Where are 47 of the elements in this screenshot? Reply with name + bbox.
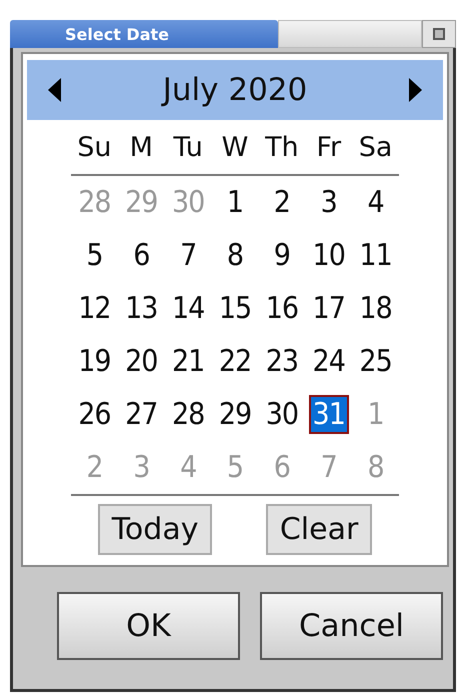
restore-button[interactable]: [422, 20, 456, 48]
day-cell[interactable]: 23: [262, 342, 302, 381]
next-month-icon[interactable]: [407, 78, 423, 102]
weekday-label: Su: [76, 132, 113, 162]
day-cell[interactable]: 9: [270, 236, 294, 275]
cancel-button[interactable]: Cancel: [260, 592, 443, 660]
ok-button[interactable]: OK: [57, 592, 240, 660]
day-cell[interactable]: 14: [168, 289, 208, 328]
day-cell[interactable]: 1: [222, 183, 248, 222]
day-cell[interactable]: 12: [74, 289, 115, 328]
window-title: Select Date: [10, 20, 278, 48]
day-cell[interactable]: 15: [214, 289, 256, 328]
day-cell[interactable]: 18: [355, 289, 396, 328]
weekday-label: M: [128, 132, 154, 162]
day-cell[interactable]: 11: [355, 236, 396, 275]
day-cell[interactable]: 13: [121, 289, 162, 328]
day-cell[interactable]: 26: [74, 395, 115, 434]
day-cell[interactable]: 21: [168, 342, 208, 381]
month-title: July 2020: [162, 72, 308, 108]
day-cell[interactable]: 24: [308, 342, 349, 381]
day-cell[interactable]: 28: [168, 395, 208, 434]
day-cell[interactable]: 8: [222, 236, 248, 275]
day-cell[interactable]: 22: [214, 342, 256, 381]
clear-button[interactable]: Clear: [266, 504, 372, 555]
weekday-label: Th: [264, 132, 300, 162]
day-cell[interactable]: 29: [214, 395, 256, 434]
today-button[interactable]: Today: [98, 504, 212, 555]
day-cell[interactable]: 10: [308, 236, 349, 275]
day-cell[interactable]: 4: [364, 183, 388, 222]
weekday-label: Fr: [315, 132, 342, 162]
day-cell[interactable]: 5: [82, 236, 107, 275]
day-cell[interactable]: 30: [262, 395, 302, 434]
weekday-label: W: [220, 132, 250, 162]
day-cell[interactable]: 3: [316, 183, 341, 222]
day-cell[interactable]: 20: [121, 342, 162, 381]
day-cell[interactable]: 31: [308, 395, 349, 434]
day-cell[interactable]: 2: [270, 183, 294, 222]
day-cell[interactable]: 7: [176, 236, 200, 275]
day-cell[interactable]: 27: [121, 395, 162, 434]
previous-month-icon[interactable]: [47, 78, 63, 102]
day-cell[interactable]: 17: [308, 289, 349, 328]
weekday-label: Sa: [358, 132, 394, 162]
day-cell[interactable]: 16: [262, 289, 302, 328]
weekday-label: Tu: [172, 132, 204, 162]
day-cell[interactable]: 6: [129, 236, 154, 275]
day-cell[interactable]: 19: [74, 342, 115, 381]
day-cell[interactable]: 25: [355, 342, 396, 381]
